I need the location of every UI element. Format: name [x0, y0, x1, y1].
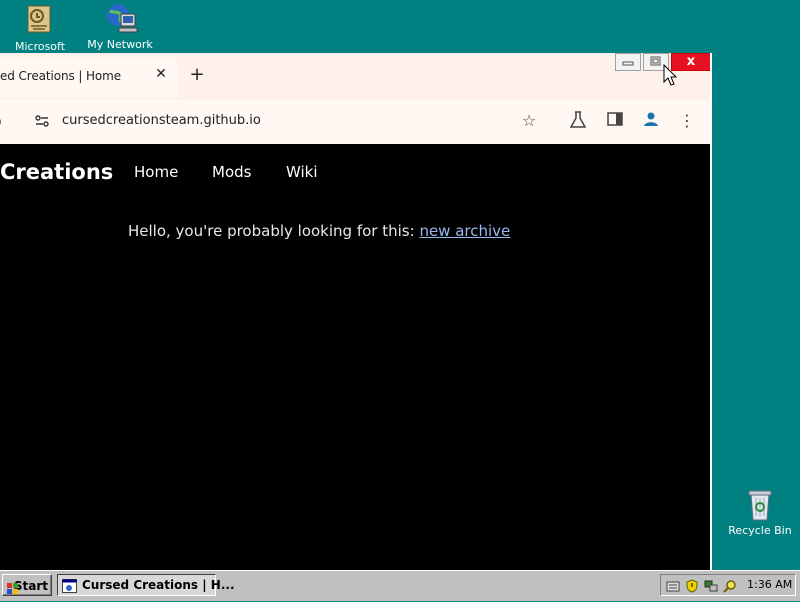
windows-logo-icon: [7, 580, 19, 594]
nav-home[interactable]: Home: [134, 163, 178, 181]
close-icon: x: [686, 54, 696, 69]
microsoft-icon: [24, 4, 56, 36]
side-panel-icon[interactable]: [605, 111, 625, 131]
tab-active[interactable]: ed Creations | Home ✕: [0, 57, 178, 97]
site-settings-icon[interactable]: [34, 113, 50, 129]
profile-icon[interactable]: [641, 111, 661, 131]
taskbar-window-label: Cursed Creations | H...: [82, 578, 235, 592]
start-button[interactable]: Start: [2, 574, 52, 596]
reload-icon[interactable]: [0, 112, 10, 132]
close-button[interactable]: x: [671, 53, 711, 71]
system-tray: 1:36 AM: [660, 574, 796, 596]
new-archive-link[interactable]: new archive: [419, 222, 510, 240]
bookmark-star-icon[interactable]: ☆: [519, 111, 539, 131]
site-brand[interactable]: Creations: [0, 160, 113, 184]
greeting-message: Hello, you're probably looking for this:…: [128, 222, 510, 240]
page-content: Creations Home Mods Wiki Hello, you're p…: [0, 144, 710, 570]
security-shield-icon[interactable]: [685, 578, 699, 593]
greeting-text: Hello, you're probably looking for this:: [128, 222, 415, 240]
desktop-icon-my-network[interactable]: My Network: [80, 2, 160, 51]
network-icon: [104, 2, 138, 34]
browser-toolbar: cursedcreationsteam.github.io ☆ ⋮: [0, 100, 710, 144]
search-magnifier-icon[interactable]: [723, 578, 737, 593]
new-tab-icon[interactable]: +: [188, 66, 206, 84]
desktop-icon-label: Recycle Bin: [728, 524, 792, 537]
browser-window-icon: [62, 578, 77, 593]
window-border: [710, 53, 712, 570]
minimize-icon: [616, 54, 640, 70]
menu-kebab-icon[interactable]: ⋮: [677, 111, 697, 131]
desktop-icon-microsoft[interactable]: Microsoft: [0, 4, 80, 53]
desktop-icon-recycle-bin[interactable]: Recycle Bin: [720, 488, 800, 537]
desktop-icon-label: Microsoft: [14, 40, 66, 53]
nav-mods[interactable]: Mods: [212, 163, 251, 181]
tab-strip: ed Creations | Home ✕ + x: [0, 53, 711, 100]
mouse-cursor-icon: [663, 63, 678, 86]
minimize-button[interactable]: [615, 53, 641, 71]
desktop-icon-label: My Network: [87, 38, 153, 51]
tab-title: ed Creations | Home: [0, 69, 122, 83]
network-tray-icon[interactable]: [704, 578, 718, 592]
recycle-bin-icon: [744, 488, 776, 521]
nav-wiki[interactable]: Wiki: [286, 163, 318, 181]
browser-window: ed Creations | Home ✕ + x cursedcreation…: [0, 53, 712, 570]
taskbar-clock: 1:36 AM: [747, 578, 793, 591]
taskbar-window-button[interactable]: Cursed Creations | H...: [57, 574, 235, 596]
address-bar[interactable]: cursedcreationsteam.github.io: [62, 113, 261, 128]
keyboard-icon[interactable]: [666, 578, 680, 592]
taskbar: Start Cursed Creations | H... 1:36 AM: [0, 570, 800, 601]
labs-flask-icon[interactable]: [568, 111, 588, 131]
tab-close-icon[interactable]: ✕: [153, 66, 169, 82]
